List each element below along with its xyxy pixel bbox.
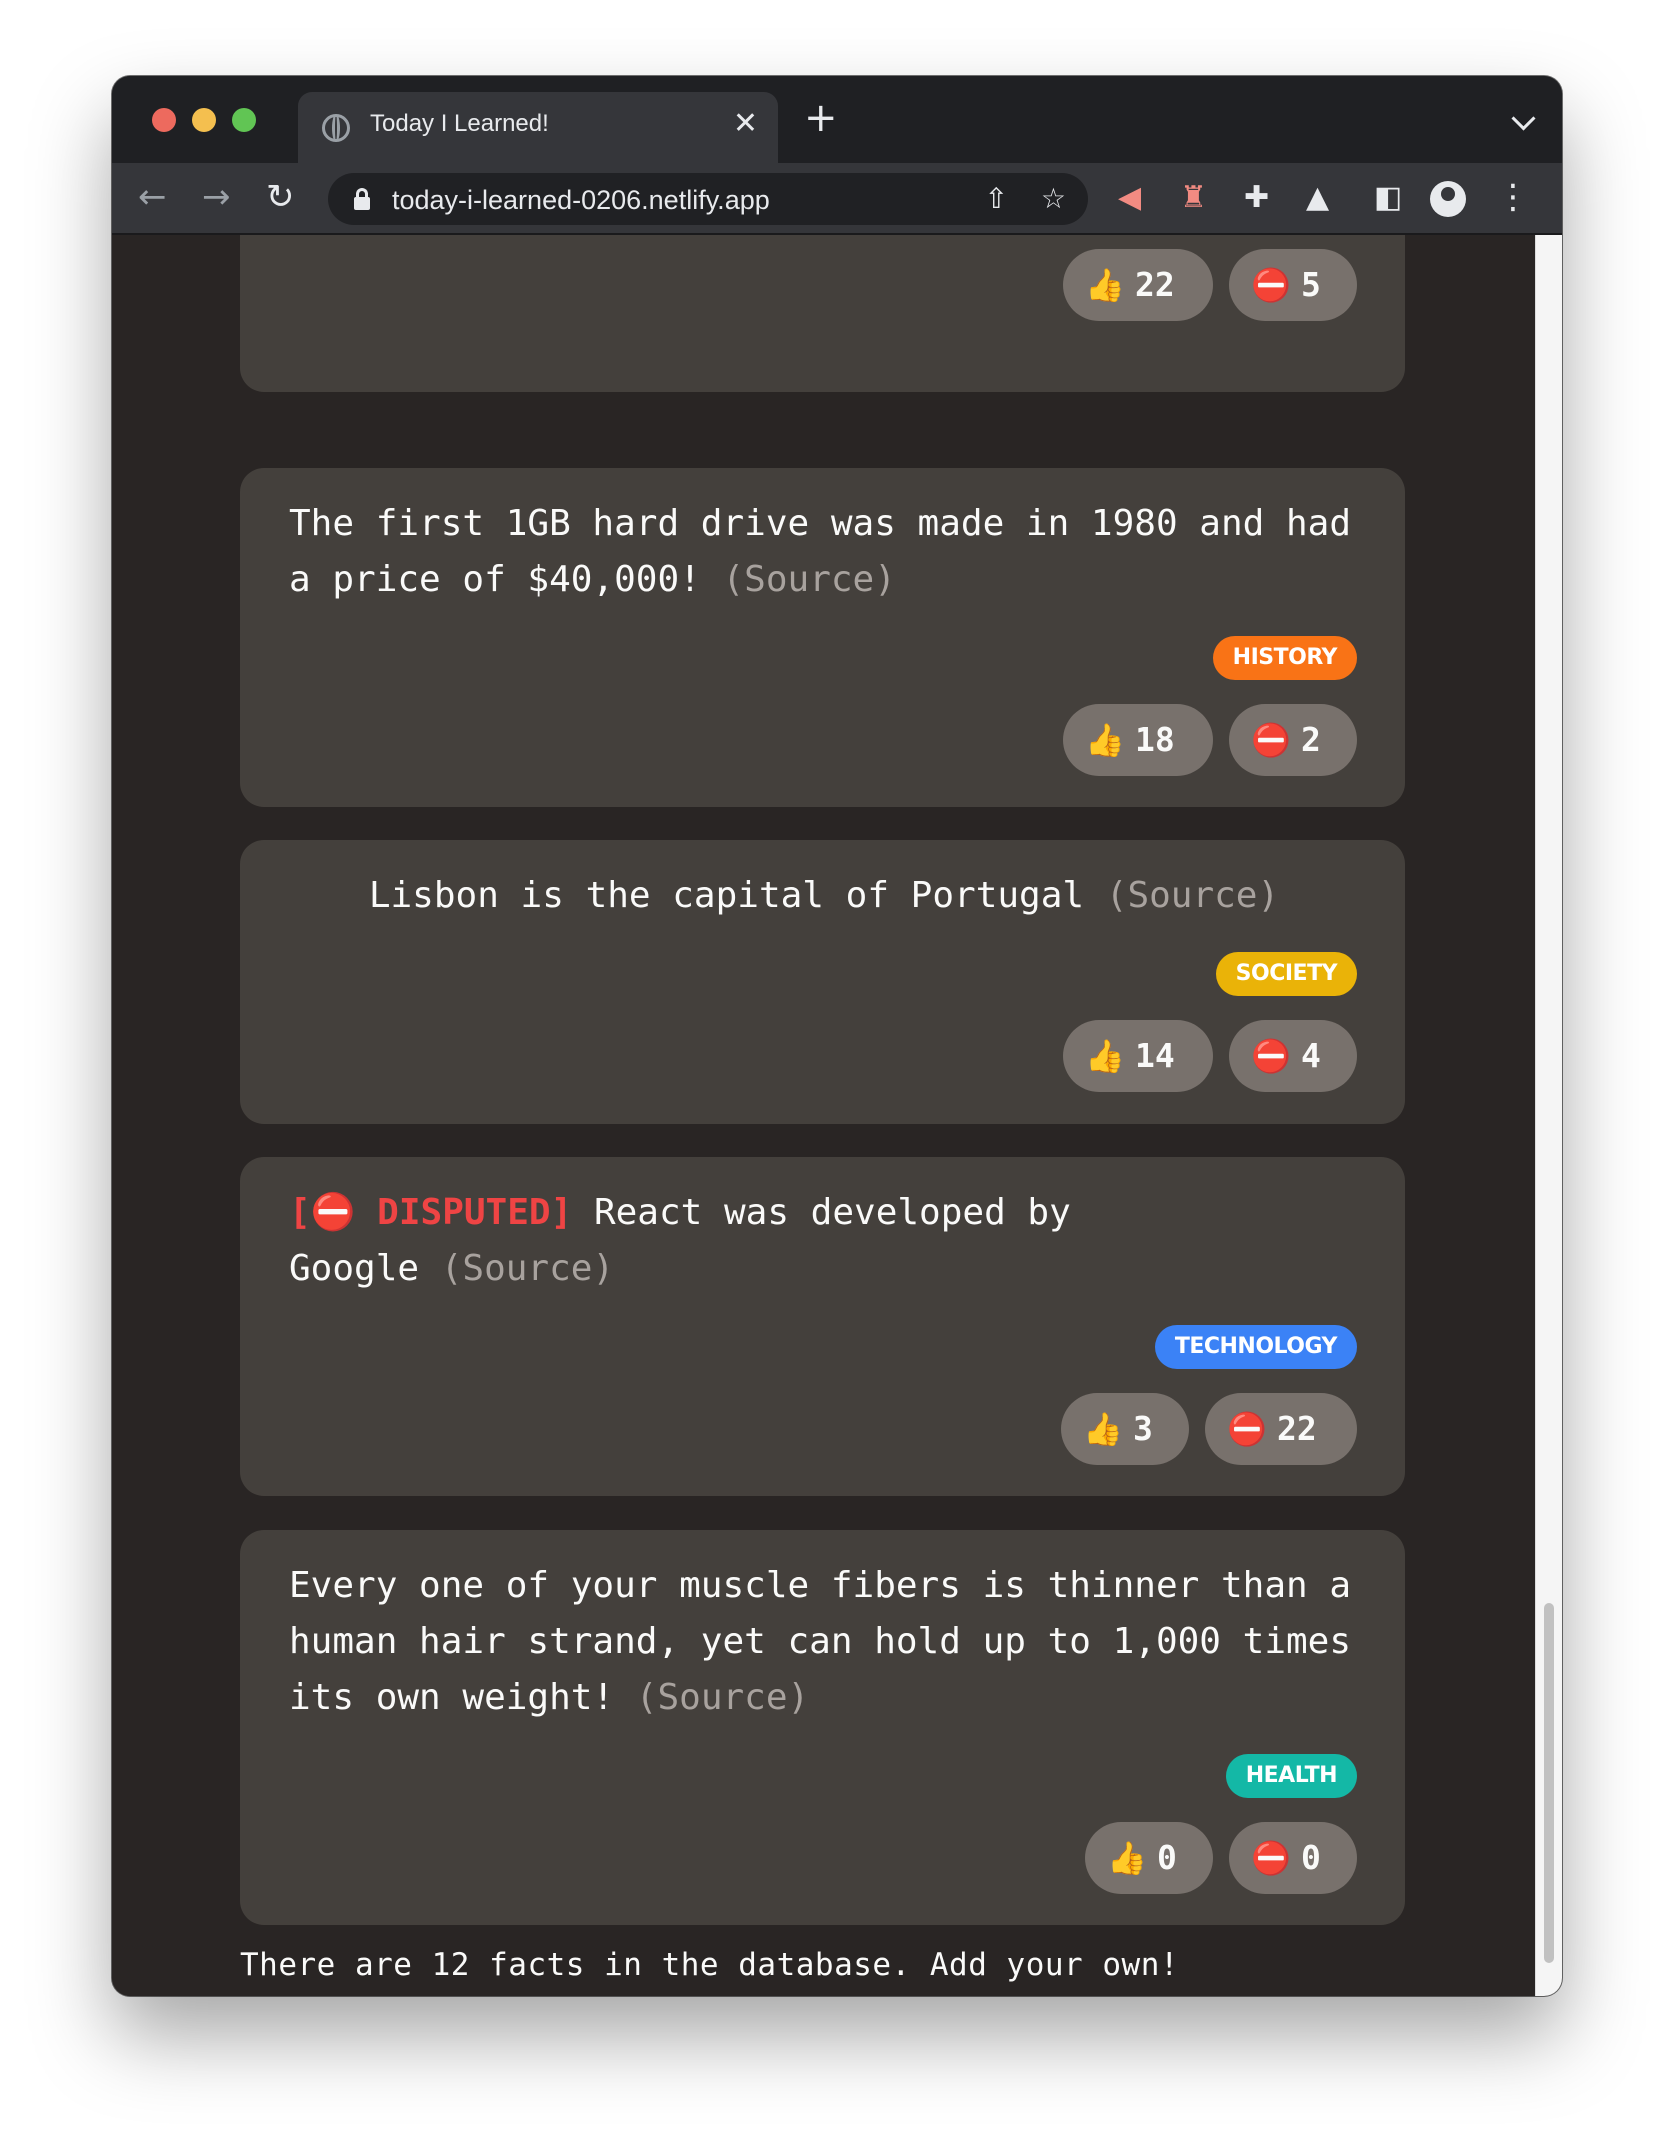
- category-tag-health: HEALTH: [1225, 1754, 1357, 1798]
- fact-card: [⛔ DISPUTED] React was developed by Goog…: [240, 1157, 1405, 1496]
- fact-text: [⛔ DISPUTED] React was developed by Goog…: [289, 1185, 1109, 1297]
- no-entry-icon: ⛔: [1251, 266, 1291, 304]
- vote-false-button[interactable]: ⛔ 22: [1205, 1393, 1357, 1465]
- forward-icon[interactable]: →: [202, 177, 231, 217]
- thumbs-up-icon: 👍: [1085, 266, 1125, 304]
- vote-false-button[interactable]: ⛔ 5: [1229, 249, 1357, 321]
- zoom-window-button[interactable]: [232, 108, 256, 132]
- fact-card: 👍 22 ⛔ 5: [240, 235, 1405, 392]
- thumbs-up-icon: 👍: [1107, 1839, 1147, 1877]
- vote-count: 4: [1301, 1036, 1321, 1075]
- profile-avatar-icon[interactable]: [1430, 181, 1466, 217]
- labs-flask-icon[interactable]: ▲: [1306, 179, 1329, 217]
- category-tag-technology: TECHNOLOGY: [1154, 1325, 1357, 1369]
- thumbs-up-icon: 👍: [1085, 1037, 1125, 1075]
- lighthouse-extension-icon[interactable]: ♜: [1180, 179, 1207, 217]
- vote-count: 14: [1135, 1036, 1175, 1075]
- minimize-window-button[interactable]: [192, 108, 216, 132]
- fact-text: Every one of your muscle fibers is thinn…: [289, 1558, 1359, 1726]
- source-link[interactable]: (Source): [1106, 875, 1279, 916]
- back-icon[interactable]: ←: [138, 177, 167, 217]
- thumbs-up-icon: 👍: [1085, 721, 1125, 759]
- vote-false-button[interactable]: ⛔ 2: [1229, 704, 1357, 776]
- thumbs-up-icon: 👍: [1083, 1410, 1123, 1448]
- vote-count: 5: [1301, 265, 1321, 304]
- fact-card: The first 1GB hard drive was made in 198…: [240, 468, 1405, 807]
- vote-interesting-button[interactable]: 👍 18: [1063, 704, 1213, 776]
- source-link[interactable]: (Source): [636, 1677, 809, 1718]
- new-tab-button[interactable]: +: [804, 98, 838, 138]
- vote-false-button[interactable]: ⛔ 0: [1229, 1822, 1357, 1894]
- chevron-down-icon[interactable]: [1511, 106, 1536, 131]
- vote-count: 3: [1133, 1409, 1153, 1448]
- browser-window: Today I Learned! ✕ + ← → ↻ today-i-learn…: [112, 76, 1562, 1996]
- source-link[interactable]: (Source): [441, 1248, 614, 1289]
- browser-menu-icon[interactable]: ⋮: [1496, 177, 1530, 217]
- bookmark-star-icon[interactable]: ☆: [1041, 181, 1066, 217]
- vote-interesting-button[interactable]: 👍 14: [1063, 1020, 1213, 1092]
- url-text[interactable]: today-i-learned-0206.netlify.app: [392, 185, 770, 216]
- vote-interesting-button[interactable]: 👍 0: [1085, 1822, 1213, 1894]
- tab-today-i-learned[interactable]: Today I Learned! ✕: [298, 92, 778, 163]
- side-panel-icon[interactable]: ◧: [1374, 179, 1402, 217]
- vote-interesting-button[interactable]: 👍 3: [1061, 1393, 1189, 1465]
- screen-recorder-extension-icon[interactable]: ◀: [1118, 179, 1141, 217]
- lock-icon[interactable]: [354, 188, 370, 210]
- no-entry-icon: ⛔: [1251, 1037, 1291, 1075]
- vote-count: 0: [1157, 1838, 1177, 1877]
- tab-title: Today I Learned!: [370, 110, 549, 137]
- no-entry-icon: ⛔: [1251, 1839, 1291, 1877]
- no-entry-icon: ⛔: [1251, 721, 1291, 759]
- no-entry-icon: ⛔: [1227, 1410, 1267, 1448]
- vote-count: 22: [1135, 265, 1175, 304]
- vote-count: 22: [1277, 1409, 1317, 1448]
- share-icon[interactable]: ⇧: [985, 181, 1008, 217]
- page-content: 👍 22 ⛔ 5 The first 1GB hard drive was made…: [112, 235, 1536, 1996]
- title-bar: Today I Learned! ✕ +: [112, 76, 1562, 163]
- fact-card: Every one of your muscle fibers is thinn…: [240, 1530, 1405, 1925]
- browser-toolbar: ← → ↻ today-i-learned-0206.netlify.app ⇧…: [112, 163, 1562, 235]
- vote-count: 2: [1301, 720, 1321, 759]
- page-scrollbar[interactable]: [1535, 235, 1562, 1996]
- vote-interesting-button[interactable]: 👍 22: [1063, 249, 1213, 321]
- fact-text: The first 1GB hard drive was made in 198…: [289, 496, 1359, 608]
- vote-count: 0: [1301, 1838, 1321, 1877]
- reload-icon[interactable]: ↻: [266, 177, 295, 217]
- vote-false-button[interactable]: ⛔ 4: [1229, 1020, 1357, 1092]
- extensions-puzzle-icon[interactable]: ✚: [1244, 179, 1269, 217]
- vote-count: 18: [1135, 720, 1175, 759]
- globe-icon: [322, 114, 350, 142]
- source-link[interactable]: (Source): [723, 559, 896, 600]
- address-bar[interactable]: today-i-learned-0206.netlify.app ⇧ ☆: [328, 173, 1088, 225]
- fact-card: Lisbon is the capital of Portugal (Sourc…: [240, 840, 1405, 1124]
- disputed-label: [⛔ DISPUTED]: [289, 1192, 573, 1233]
- category-tag-history: HISTORY: [1212, 636, 1357, 680]
- close-window-button[interactable]: [152, 108, 176, 132]
- facts-count-text: There are 12 facts in the database. Add …: [240, 1947, 1180, 1983]
- fact-statement: Lisbon is the capital of Portugal: [368, 875, 1085, 916]
- fact-statement: Every one of your muscle fibers is thinn…: [289, 1565, 1352, 1718]
- category-tag-society: SOCIETY: [1215, 952, 1357, 996]
- close-tab-icon[interactable]: ✕: [733, 106, 758, 142]
- fact-text: Lisbon is the capital of Portugal (Sourc…: [289, 868, 1359, 924]
- scrollbar-thumb[interactable]: [1544, 1603, 1554, 1963]
